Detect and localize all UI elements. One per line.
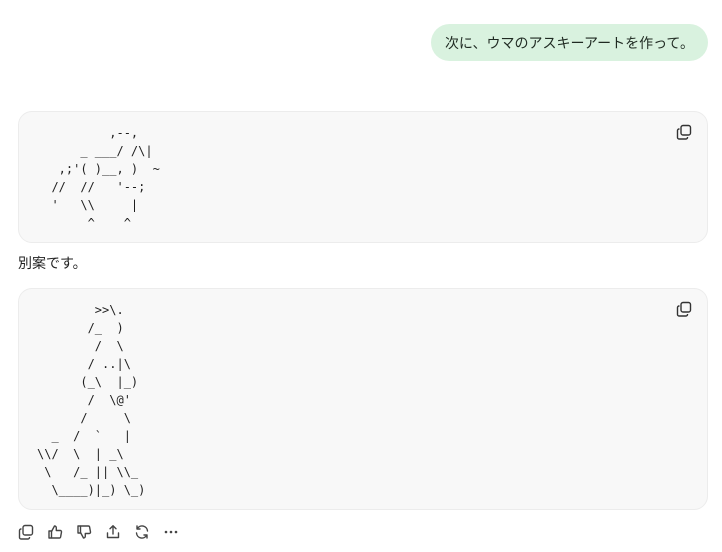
regenerate-icon [135,524,148,539]
code-block-horse-1: ,--, _ ___/ /\| ,;'( )__, ) ~ // // '--;… [18,111,708,243]
ascii-art-horse-2: >>\. /_ ) / \ / ..|\ (_\ |_) / \@' / \ _… [37,303,146,497]
copy-code-button[interactable] [675,123,693,141]
good-response-button[interactable] [45,522,64,541]
copy-icon [18,524,33,540]
share-button[interactable] [103,522,122,541]
regenerate-button[interactable] [132,522,151,541]
thumbs-down-icon [76,524,91,539]
assistant-text: 別案です。 [18,256,87,272]
copy-icon [676,301,692,317]
bad-response-button[interactable] [74,522,93,541]
thumbs-up-icon [47,524,62,539]
share-icon [106,524,119,538]
message-actions-bar [16,522,180,541]
more-icon [164,530,177,533]
user-message-bubble: 次に、ウマのアスキーアートを作って。 [430,24,708,61]
copy-code-button[interactable] [675,300,693,318]
copy-icon [676,124,692,140]
ascii-art-horse-1: ,--, _ ___/ /\| ,;'( )__, ) ~ // // '--;… [51,126,160,230]
user-message-text: 次に、ウマのアスキーアートを作って。 [444,35,694,52]
code-block-horse-2: >>\. /_ ) / \ / ..|\ (_\ |_) / \@' / \ _… [18,288,708,510]
more-options-button[interactable] [161,522,180,541]
copy-response-button[interactable] [16,522,35,541]
